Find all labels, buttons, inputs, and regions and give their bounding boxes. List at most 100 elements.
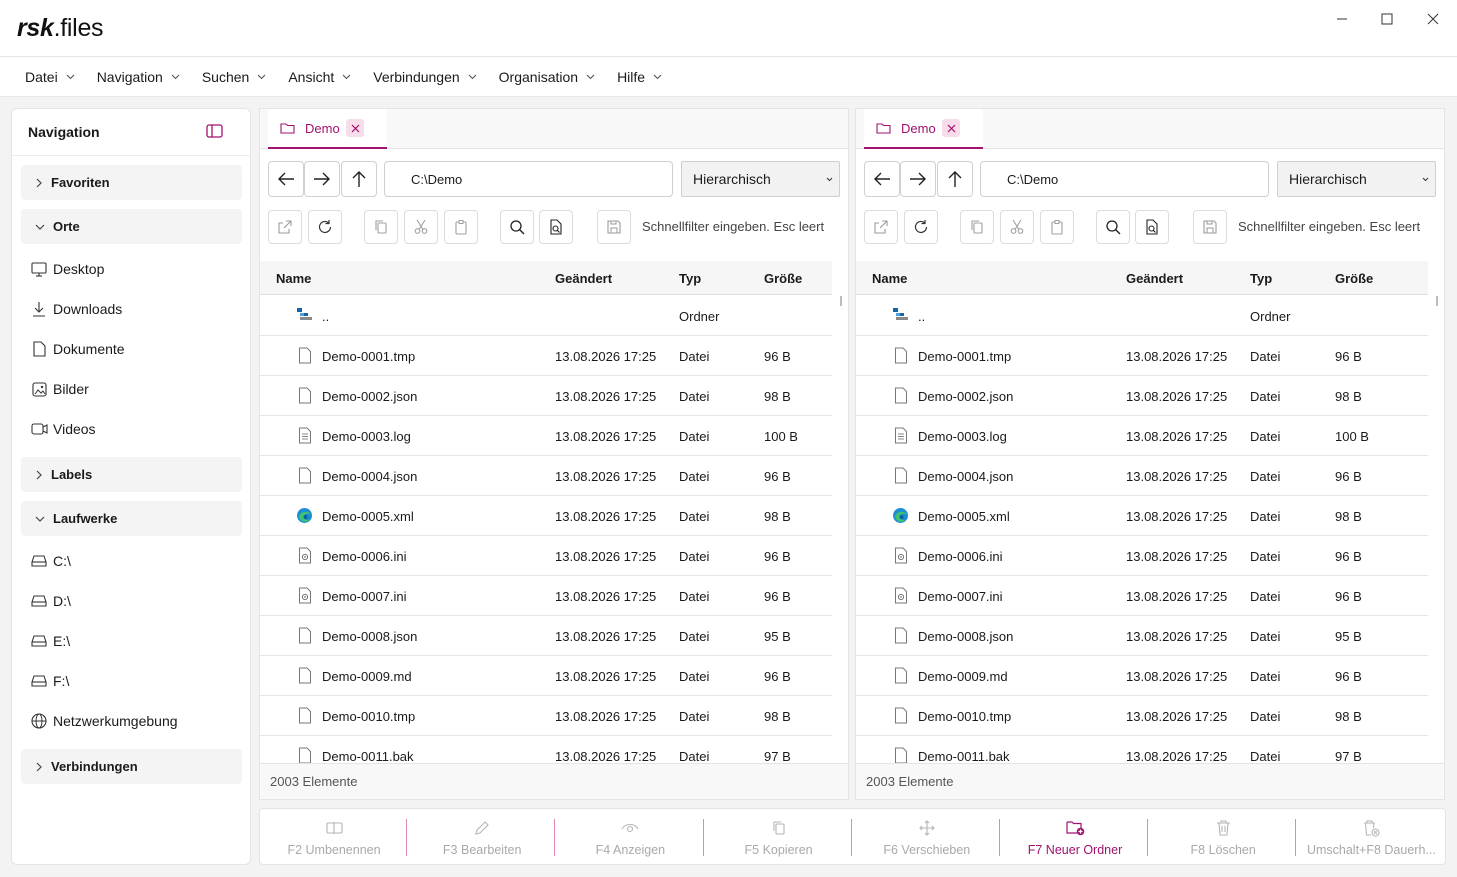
table-row[interactable]: Demo-0002.json 13.08.2026 17:25 Datei 98 B	[260, 376, 832, 416]
table-row[interactable]: Demo-0011.bak 13.08.2026 17:25 Datei 97 B	[260, 736, 832, 763]
tab-close-button[interactable]	[346, 119, 364, 137]
sidebar-item-bilder[interactable]: Bilder	[30, 378, 89, 400]
column-name[interactable]: Name	[276, 271, 311, 286]
quick-filter-input[interactable]: Schnellfilter eingeben. Esc leert	[1238, 219, 1420, 234]
cut-button[interactable]	[404, 210, 438, 244]
paste-button[interactable]	[444, 210, 478, 244]
edit-button[interactable]: F3 Bearbeiten	[408, 809, 556, 866]
copy-button[interactable]	[960, 210, 994, 244]
table-row[interactable]: Demo-0006.ini 13.08.2026 17:25 Datei 96 B	[856, 536, 1428, 576]
search-button[interactable]	[500, 210, 534, 244]
menu-ansicht[interactable]: Ansicht	[288, 69, 351, 85]
table-row[interactable]: Demo-0008.json 13.08.2026 17:25 Datei 95 B	[260, 616, 832, 656]
sidebar-item-dokumente[interactable]: Dokumente	[30, 338, 125, 360]
sidebar-group-orte[interactable]: Orte	[21, 209, 242, 244]
column-type[interactable]: Typ	[679, 271, 701, 286]
column-modified[interactable]: Geändert	[555, 271, 612, 286]
sidebar-item-drive-f[interactable]: F:\	[30, 670, 69, 692]
view-button[interactable]: F4 Anzeigen	[556, 809, 704, 866]
sidebar-item-netzwerk[interactable]: Netzwerkumgebung	[30, 710, 178, 732]
new-folder-button[interactable]: F7 Neuer Ordner	[1001, 809, 1149, 866]
table-row[interactable]: Demo-0005.xml 13.08.2026 17:25 Datei 98 B	[260, 496, 832, 536]
table-row[interactable]: Demo-0004.json 13.08.2026 17:25 Datei 96 B	[260, 456, 832, 496]
move-button[interactable]: F6 Verschieben	[853, 809, 1001, 866]
sidebar-item-drive-c[interactable]: C:\	[30, 550, 71, 572]
cut-button[interactable]	[1000, 210, 1034, 244]
sidebar-item-desktop[interactable]: Desktop	[30, 258, 104, 280]
rename-button[interactable]: F2 Umbenennen	[260, 809, 408, 866]
table-row[interactable]: Demo-0008.json 13.08.2026 17:25 Datei 95 B	[856, 616, 1428, 656]
scrollbar[interactable]	[840, 296, 842, 306]
save-filter-button[interactable]	[597, 210, 631, 244]
sidebar-item-downloads[interactable]: Downloads	[30, 298, 122, 320]
file-search-button[interactable]	[1135, 210, 1169, 244]
refresh-button[interactable]	[308, 210, 342, 244]
close-window-button[interactable]	[1422, 8, 1444, 30]
table-row[interactable]: Demo-0001.tmp 13.08.2026 17:25 Datei 96 B	[260, 336, 832, 376]
save-filter-button[interactable]	[1193, 210, 1227, 244]
table-row[interactable]: Demo-0007.ini 13.08.2026 17:25 Datei 96 B	[260, 576, 832, 616]
up-button[interactable]	[341, 161, 377, 197]
column-size[interactable]: Größe	[764, 271, 802, 286]
sidebar-item-drive-d[interactable]: D:\	[30, 590, 71, 612]
menu-organisation[interactable]: Organisation	[499, 69, 595, 85]
sidebar-toggle-icon[interactable]	[206, 124, 223, 141]
column-name[interactable]: Name	[872, 271, 907, 286]
sidebar-group-favoriten[interactable]: Favoriten	[21, 165, 242, 200]
copy-files-button[interactable]: F5 Kopieren	[705, 809, 853, 866]
tab-demo[interactable]: Demo	[268, 109, 387, 149]
table-row[interactable]: Demo-0010.tmp 13.08.2026 17:25 Datei 98 B	[260, 696, 832, 736]
menu-hilfe[interactable]: Hilfe	[617, 69, 662, 85]
paste-button[interactable]	[1040, 210, 1074, 244]
sidebar-group-verbindungen[interactable]: Verbindungen	[21, 749, 242, 784]
sidebar-group-labels[interactable]: Labels	[21, 457, 242, 492]
table-row[interactable]: Demo-0003.log 13.08.2026 17:25 Datei 100 B	[260, 416, 832, 456]
file-search-button[interactable]	[539, 210, 573, 244]
menu-suchen[interactable]: Suchen	[202, 69, 266, 85]
forward-button[interactable]	[900, 161, 936, 197]
copy-button[interactable]	[364, 210, 398, 244]
tab-demo[interactable]: Demo	[864, 109, 983, 149]
table-row[interactable]: Demo-0009.md 13.08.2026 17:25 Datei 96 B	[856, 656, 1428, 696]
maximize-button[interactable]	[1376, 8, 1398, 30]
sidebar-item-drive-e[interactable]: E:\	[30, 630, 70, 652]
table-row[interactable]: .. Ordner	[260, 296, 832, 336]
minimize-button[interactable]	[1331, 8, 1353, 30]
back-button[interactable]	[268, 161, 304, 197]
table-row[interactable]: Demo-0006.ini 13.08.2026 17:25 Datei 96 B	[260, 536, 832, 576]
search-button[interactable]	[1096, 210, 1130, 244]
table-row[interactable]: Demo-0005.xml 13.08.2026 17:25 Datei 98 B	[856, 496, 1428, 536]
table-row[interactable]: Demo-0001.tmp 13.08.2026 17:25 Datei 96 B	[856, 336, 1428, 376]
table-row[interactable]: Demo-0003.log 13.08.2026 17:25 Datei 100 B	[856, 416, 1428, 456]
delete-button[interactable]: F8 Löschen	[1149, 809, 1297, 866]
path-input[interactable]	[980, 161, 1269, 197]
column-type[interactable]: Typ	[1250, 271, 1272, 286]
sidebar-group-laufwerke[interactable]: Laufwerke	[21, 501, 242, 536]
refresh-button[interactable]	[904, 210, 938, 244]
view-mode-select[interactable]: Hierarchisch	[1277, 161, 1436, 197]
tab-close-button[interactable]	[942, 119, 960, 137]
up-button[interactable]	[937, 161, 973, 197]
view-mode-select[interactable]: Hierarchisch	[681, 161, 840, 197]
column-size[interactable]: Größe	[1335, 271, 1373, 286]
quick-filter-input[interactable]: Schnellfilter eingeben. Esc leert	[642, 219, 824, 234]
forward-button[interactable]	[304, 161, 340, 197]
menu-verbindungen[interactable]: Verbindungen	[373, 69, 477, 85]
menu-navigation[interactable]: Navigation	[97, 69, 180, 85]
table-row[interactable]: Demo-0007.ini 13.08.2026 17:25 Datei 96 B	[856, 576, 1428, 616]
table-row[interactable]: Demo-0004.json 13.08.2026 17:25 Datei 96 B	[856, 456, 1428, 496]
back-button[interactable]	[864, 161, 900, 197]
table-row[interactable]: Demo-0010.tmp 13.08.2026 17:25 Datei 98 B	[856, 696, 1428, 736]
column-modified[interactable]: Geändert	[1126, 271, 1183, 286]
path-input[interactable]	[384, 161, 673, 197]
menu-datei[interactable]: Datei	[25, 69, 75, 85]
table-row[interactable]: .. Ordner	[856, 296, 1428, 336]
open-button[interactable]	[268, 210, 302, 244]
table-row[interactable]: Demo-0011.bak 13.08.2026 17:25 Datei 97 B	[856, 736, 1428, 763]
open-button[interactable]	[864, 210, 898, 244]
table-row[interactable]: Demo-0002.json 13.08.2026 17:25 Datei 98 B	[856, 376, 1428, 416]
delete-permanent-button[interactable]: Umschalt+F8 Dauerh...	[1297, 809, 1445, 866]
table-row[interactable]: Demo-0009.md 13.08.2026 17:25 Datei 96 B	[260, 656, 832, 696]
sidebar-item-videos[interactable]: Videos	[30, 418, 96, 440]
scrollbar[interactable]	[1436, 296, 1438, 306]
